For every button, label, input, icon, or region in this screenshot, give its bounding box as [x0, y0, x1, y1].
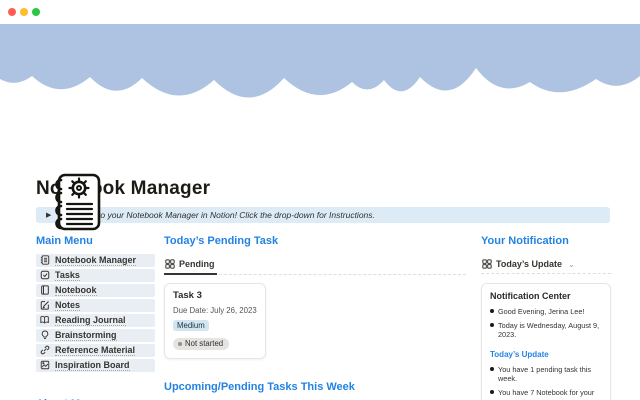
menu-item-reading-journal[interactable]: Reading Journal [36, 314, 155, 327]
notification-center-card[interactable]: Notification Center Good Evening, Jerina… [481, 283, 611, 400]
upcoming-tasks-heading: Upcoming/Pending Tasks This Week [164, 381, 466, 394]
status-label: Not started [185, 339, 223, 348]
task-card[interactable]: Task 3 Due Date: July 26, 2023 Medium No… [164, 283, 266, 359]
main-menu-column: Main Menu Notebook Manager Tasks Noteboo… [36, 235, 155, 400]
bullet-icon [490, 390, 494, 394]
task-due-date: Due Date: July 26, 2023 [173, 306, 257, 315]
priority-badge: Medium [173, 320, 209, 332]
status-badge: Not started [173, 338, 229, 351]
list-item: You have 7 Notebook for your usage. [490, 388, 602, 400]
menu-item-label: Reading Journal [55, 315, 126, 326]
todays-update-subheading: Today’s Update [490, 350, 602, 359]
menu-item-label: Inspiration Board [55, 360, 130, 371]
zoom-window-button[interactable] [32, 8, 40, 16]
minimize-window-button[interactable] [20, 8, 28, 16]
list-item: Good Evening, Jerina Lee! [490, 307, 602, 316]
greeting-text: Good Evening, Jerina Lee! [498, 307, 584, 316]
gallery-grid-icon [482, 259, 492, 269]
pending-tabbar: Pending [164, 256, 466, 275]
notebook-gear-icon[interactable] [48, 172, 102, 232]
menu-item-label: Tasks [55, 270, 80, 281]
instructions-callout[interactable]: ▶ Welcome to your Notebook Manager in No… [36, 207, 610, 223]
menu-item-brainstorming[interactable]: Brainstorming [36, 329, 155, 342]
journal-icon [40, 285, 50, 295]
menu-item-inspiration-board[interactable]: Inspiration Board [36, 359, 155, 372]
menu-item-tasks[interactable]: Tasks [36, 269, 155, 282]
list-item: You have 1 pending task this week. [490, 365, 602, 383]
bullet-icon [490, 323, 494, 327]
menu-item-label: Notebook Manager [55, 255, 136, 266]
notification-card-title: Notification Center [490, 291, 602, 301]
menu-item-label: Brainstorming [55, 330, 117, 341]
task-title: Task 3 [173, 290, 257, 301]
page-title: Notebook Manager [36, 178, 610, 200]
notification-column: Your Notification Today’s Update ⌄ Notif… [481, 235, 611, 400]
notification-tabbar: Today’s Update ⌄ [481, 256, 611, 274]
tab-todays-update[interactable]: Today’s Update ⌄ [481, 256, 577, 273]
tab-pending[interactable]: Pending [164, 256, 217, 275]
tab-label: Pending [179, 259, 215, 269]
tasks-column: Today’s Pending Task Pending Task 3 Due … [164, 235, 466, 400]
chevron-down-icon[interactable]: ⌄ [568, 260, 575, 269]
notification-heading: Your Notification [481, 235, 611, 248]
update-text: You have 1 pending task this week. [498, 365, 602, 383]
gallery-grid-icon [165, 259, 175, 269]
main-menu-heading: Main Menu [36, 235, 155, 248]
callout-text: Welcome to your Notebook Manager in Noti… [60, 210, 375, 220]
list-item: Today is Wednesday, August 9, 2023. [490, 321, 602, 339]
checkbox-icon [40, 270, 50, 280]
cover-banner-clouds [0, 24, 640, 104]
pencil-icon [40, 300, 50, 310]
window-titlebar [0, 0, 640, 24]
menu-item-label: Reference Material [55, 345, 135, 356]
menu-item-label: Notebook [55, 285, 97, 296]
bullet-icon [490, 367, 494, 371]
pending-task-heading: Today’s Pending Task [164, 235, 466, 248]
menu-item-reference-material[interactable]: Reference Material [36, 344, 155, 357]
date-text: Today is Wednesday, August 9, 2023. [498, 321, 602, 339]
picture-frame-icon [40, 360, 50, 370]
link-icon [40, 345, 50, 355]
bullet-icon [490, 309, 494, 313]
open-book-icon [40, 315, 50, 325]
menu-item-label: Notes [55, 300, 80, 311]
notebook-icon [40, 255, 50, 265]
lightbulb-icon [40, 330, 50, 340]
menu-item-notebook-manager[interactable]: Notebook Manager [36, 254, 155, 267]
menu-item-notebook[interactable]: Notebook [36, 284, 155, 297]
menu-item-notes[interactable]: Notes [36, 299, 155, 312]
tab-label: Today’s Update [496, 259, 562, 269]
close-window-button[interactable] [8, 8, 16, 16]
update-text: You have 7 Notebook for your usage. [498, 388, 602, 400]
status-dot-icon [178, 342, 182, 346]
